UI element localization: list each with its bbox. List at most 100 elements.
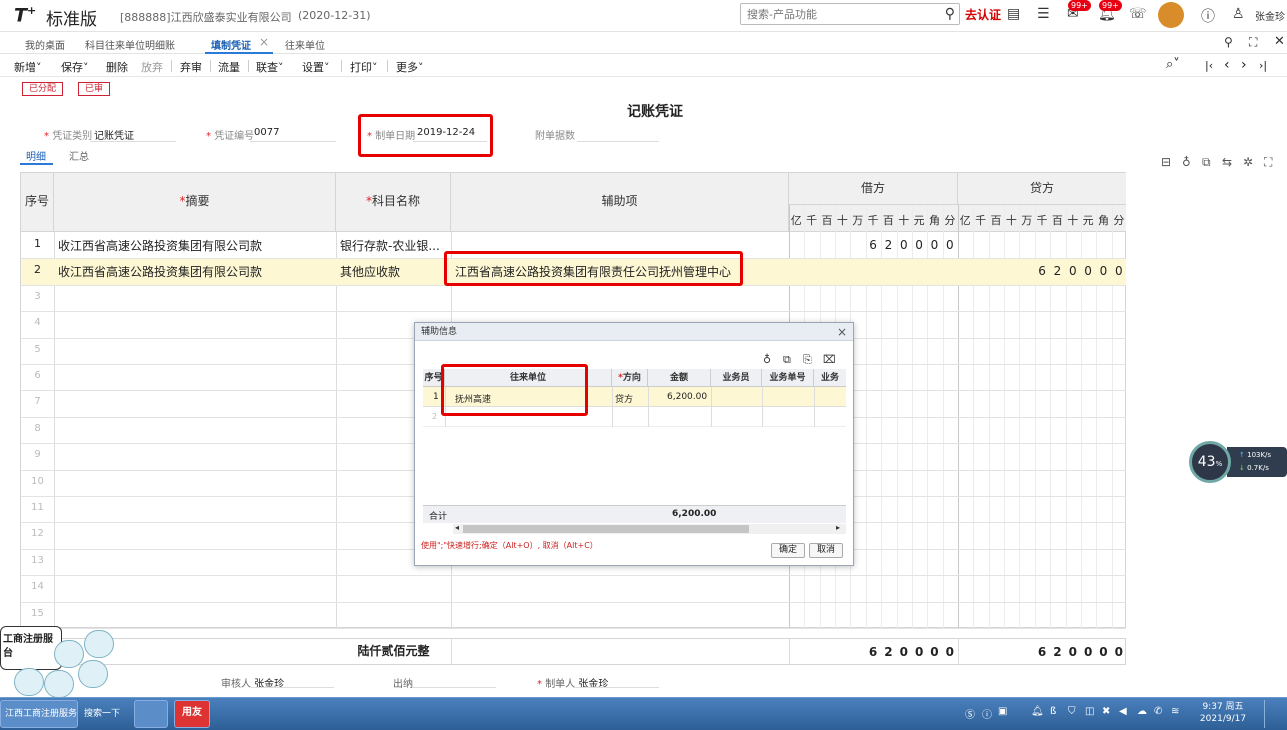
tray-wifi-icon[interactable]: ≋ (1171, 706, 1179, 717)
calculator-icon[interactable]: ▤ (1007, 6, 1020, 22)
credit-digit-unit: 千 (1036, 214, 1048, 227)
delete-button[interactable]: 删除 (106, 59, 128, 75)
monkey-avatar-icon[interactable] (1158, 2, 1184, 28)
delete-row-icon[interactable]: ⌧ (823, 353, 836, 366)
tab-partner-units[interactable]: 往来单位 (285, 37, 325, 52)
tray-app-icon[interactable]: ▣ (998, 706, 1007, 717)
tab-fill-voucher[interactable]: 填制凭证 (211, 37, 251, 52)
taskbar-clock[interactable]: 9:37 周五 2021/9/17 (1193, 701, 1253, 725)
search-icon[interactable]: ⚲ (1224, 35, 1233, 49)
print-button[interactable]: 打印˅ (350, 59, 378, 75)
dlg-row-amount[interactable]: 6,200.00 (667, 392, 707, 402)
toolbar-divider (248, 60, 249, 72)
tab-account-ledger[interactable]: 科目往来单位明细账 (85, 37, 175, 52)
certify-brand-mark[interactable]: 去认证 (965, 6, 1001, 23)
search-icon[interactable]: ⚲ (945, 6, 955, 22)
help-icon[interactable]: ⓘ (1201, 6, 1215, 26)
debit-digit: 0 (915, 238, 923, 252)
dialog-close-icon[interactable]: × (837, 325, 847, 339)
taskbar-yonyou[interactable]: 用友 (174, 700, 210, 728)
attachments-label: 附单据数 (535, 131, 575, 142)
empty-row-seq: 7 (34, 396, 41, 408)
tray-cloud-icon[interactable]: ☁ (1137, 706, 1147, 717)
empty-row-seq: 13 (31, 554, 44, 566)
user-name[interactable]: 张金珍 (1255, 8, 1285, 23)
tray-help-icon[interactable]: ⓘ (982, 706, 992, 721)
settings-button[interactable]: 设置˅ (302, 59, 330, 75)
row-account[interactable]: 其他应收款 (340, 263, 400, 280)
edition-label: 标准版 (46, 10, 97, 30)
tray-s-icon[interactable]: Ⓢ (965, 706, 975, 721)
row-account[interactable]: 银行存款-农业银... (340, 237, 440, 254)
prev-record-button[interactable]: ‹ (1224, 57, 1230, 73)
tab-my-desktop[interactable]: 我的桌面 (25, 37, 65, 52)
dialog-cancel-button[interactable]: 取消 (809, 543, 843, 558)
fullscreen-icon[interactable]: ⛶ (1249, 35, 1257, 50)
row-summary[interactable]: 收江西省高速公路投资集团有限公司款 (58, 237, 262, 254)
credit-digit-unit: 十 (1067, 214, 1079, 227)
search-box[interactable]: ⚲ (740, 3, 960, 25)
dlg-row-direction[interactable]: 贷方 (615, 392, 633, 405)
tab-close-icon[interactable]: × (259, 35, 269, 49)
settings-icon[interactable]: ✲ (1243, 155, 1253, 169)
voucher-type-field[interactable]: 记账凭证 (94, 127, 134, 142)
promo-bubble[interactable]: 工商注册服 台 (0, 626, 62, 670)
more-button[interactable]: 更多˅ (396, 59, 424, 75)
money-bag-icon[interactable]: ♁ (763, 353, 771, 366)
phone-icon[interactable]: ☏ (1129, 6, 1147, 22)
expand-icon[interactable]: ⛶ (1264, 155, 1272, 170)
cancel-review-button[interactable]: 弃审 (180, 59, 202, 75)
empty-row-seq: 4 (34, 317, 41, 329)
new-button[interactable]: 新增˅ (14, 59, 42, 75)
copy-icon[interactable]: ⎘ (803, 353, 812, 367)
save-button[interactable]: 保存˅ (61, 59, 89, 75)
first-record-button[interactable]: |‹ (1205, 59, 1213, 72)
view-mode-icon[interactable]: ⌕˅ (1166, 57, 1180, 72)
row-summary[interactable]: 收江西省高速公路投资集团有限公司款 (58, 263, 262, 280)
checklist-icon[interactable]: ☰ (1037, 6, 1050, 22)
tray-network-icon[interactable]: ◫ (1085, 706, 1094, 717)
search-input[interactable] (741, 4, 931, 24)
dlg-scroll-thumb[interactable] (463, 525, 749, 533)
insert-row-icon[interactable]: ⊟ (1161, 155, 1171, 169)
money-bag-icon[interactable]: ♁ (1182, 155, 1191, 169)
total-credit-digit: 0 (1099, 645, 1108, 659)
close-icon[interactable]: ✕ (1274, 34, 1285, 49)
tray-bell-icon[interactable]: 🔔︎ (1031, 706, 1044, 717)
taskbar-app-registration[interactable]: 江西工商注册服务... (0, 700, 78, 728)
voucher-number-field[interactable]: 0077 (254, 127, 279, 138)
tray-close-icon[interactable]: ✖ (1102, 706, 1110, 717)
cashflow-button[interactable]: 流量 (218, 59, 240, 75)
credit-digit: 0 (1084, 264, 1092, 279)
show-desktop-button[interactable] (1264, 700, 1286, 728)
dialog-ok-button[interactable]: 确定 (771, 543, 805, 558)
row-seq: 1 (34, 237, 41, 250)
taskbar-search[interactable]: 搜索一下 (80, 701, 124, 727)
dlg-total-label: 合计 (429, 512, 448, 522)
user-icon[interactable]: ♙ (1232, 6, 1245, 22)
next-record-button[interactable]: › (1241, 57, 1247, 73)
scroll-left-icon[interactable]: ◂ (455, 523, 459, 532)
empty-row-seq: 15 (31, 607, 44, 619)
volume-icon[interactable]: ◀︎ (1119, 706, 1127, 717)
debit-digit-unit: 十 (836, 214, 848, 227)
tray-b-icon[interactable]: ß (1050, 706, 1056, 717)
discard-button[interactable]: 放弃 (141, 59, 163, 75)
scroll-right-icon[interactable]: ▸ (836, 523, 840, 532)
network-speed-widget[interactable]: ↑ 103K/s ↓ 0.7K/s 43% (1189, 441, 1287, 483)
query-button[interactable]: 联查˅ (256, 59, 284, 75)
tab-summary[interactable]: 汇总 (69, 148, 89, 163)
credit-digit: 6 (1038, 264, 1046, 279)
tray-shield-icon[interactable]: ⛉ (1068, 706, 1076, 717)
link-icon[interactable]: ⇆ (1222, 155, 1232, 169)
col-divider (451, 639, 452, 664)
taskbar-app-icon[interactable] (134, 700, 168, 728)
copy-icon[interactable]: ⧉ (1202, 155, 1211, 170)
allocated-stamp: 已分配 (22, 82, 64, 96)
last-record-button[interactable]: ›| (1259, 59, 1267, 72)
dlg-col-doc-no: 业务单号 (762, 369, 814, 387)
tray-chat-icon[interactable]: ✆ (1154, 706, 1162, 717)
add-row-icon[interactable]: ⧉ (783, 353, 791, 367)
col-divider (814, 387, 815, 427)
tab-detail[interactable]: 明细 (26, 148, 46, 163)
